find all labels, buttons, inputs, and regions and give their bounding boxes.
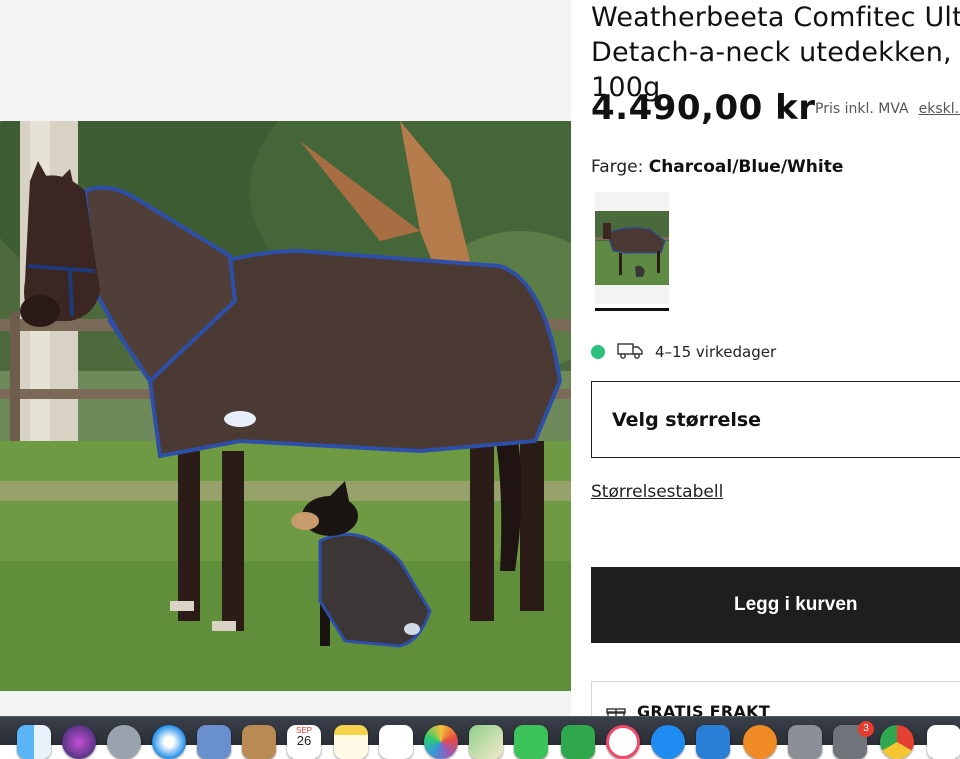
color-label: Farge:: [591, 157, 644, 177]
notification-badge: 3: [858, 721, 874, 737]
notes-icon[interactable]: [334, 725, 368, 759]
reminders-icon[interactable]: [379, 725, 413, 759]
itunes-icon[interactable]: [606, 725, 640, 759]
delivery-time: 4–15 virkedager: [655, 343, 777, 361]
price-note: Pris inkl. MVA ekskl. MVA: [815, 101, 960, 117]
preview-icon[interactable]: [197, 725, 231, 759]
stock-status-dot: [591, 345, 605, 359]
safari-icon[interactable]: [152, 725, 186, 759]
siri-icon[interactable]: [62, 725, 96, 759]
product-price: 4.490,00 kr: [591, 88, 816, 128]
calendar-icon[interactable]: SEP 26: [287, 725, 321, 759]
macos-dock: SEP 26 3: [0, 716, 960, 759]
calendar-day: 26: [296, 733, 312, 748]
size-table-link[interactable]: Størrelsestabell: [591, 482, 723, 502]
contacts-icon[interactable]: [242, 725, 276, 759]
product-main-image[interactable]: [0, 121, 571, 691]
numbers-icon[interactable]: [561, 725, 595, 759]
add-to-cart-button[interactable]: Legg i kurven: [591, 567, 960, 643]
delivery-info: 4–15 virkedager: [591, 340, 776, 364]
thumbnail-image: [595, 211, 669, 285]
app-store-icon[interactable]: [651, 725, 685, 759]
price-excl-link[interactable]: ekskl. MVA: [919, 101, 960, 117]
installer-icon[interactable]: [788, 725, 822, 759]
truck-icon: [617, 341, 643, 363]
horse-with-dog-photo: [0, 121, 571, 691]
chrome-icon[interactable]: [880, 725, 914, 759]
keynote-icon[interactable]: [696, 725, 730, 759]
size-select[interactable]: Velg størrelse: [591, 381, 960, 458]
books-icon[interactable]: [743, 725, 777, 759]
color-row: Farge: Charcoal/Blue/White: [591, 157, 843, 177]
maps-icon[interactable]: [469, 725, 503, 759]
product-gallery: [0, 0, 571, 716]
color-value: Charcoal/Blue/White: [648, 157, 844, 177]
color-swatch-thumbnail[interactable]: [595, 192, 669, 304]
extra-icon[interactable]: [927, 725, 960, 759]
add-to-cart-label: Legg i kurven: [734, 594, 858, 615]
price-incl-label: Pris inkl. MVA: [815, 101, 909, 117]
facetime-icon[interactable]: [514, 725, 548, 759]
size-select-label: Velg størrelse: [612, 409, 762, 431]
photos-icon[interactable]: [424, 725, 458, 759]
launchpad-icon[interactable]: [107, 725, 141, 759]
swatch-selected-indicator: [595, 308, 669, 311]
finder-icon[interactable]: [17, 725, 51, 759]
